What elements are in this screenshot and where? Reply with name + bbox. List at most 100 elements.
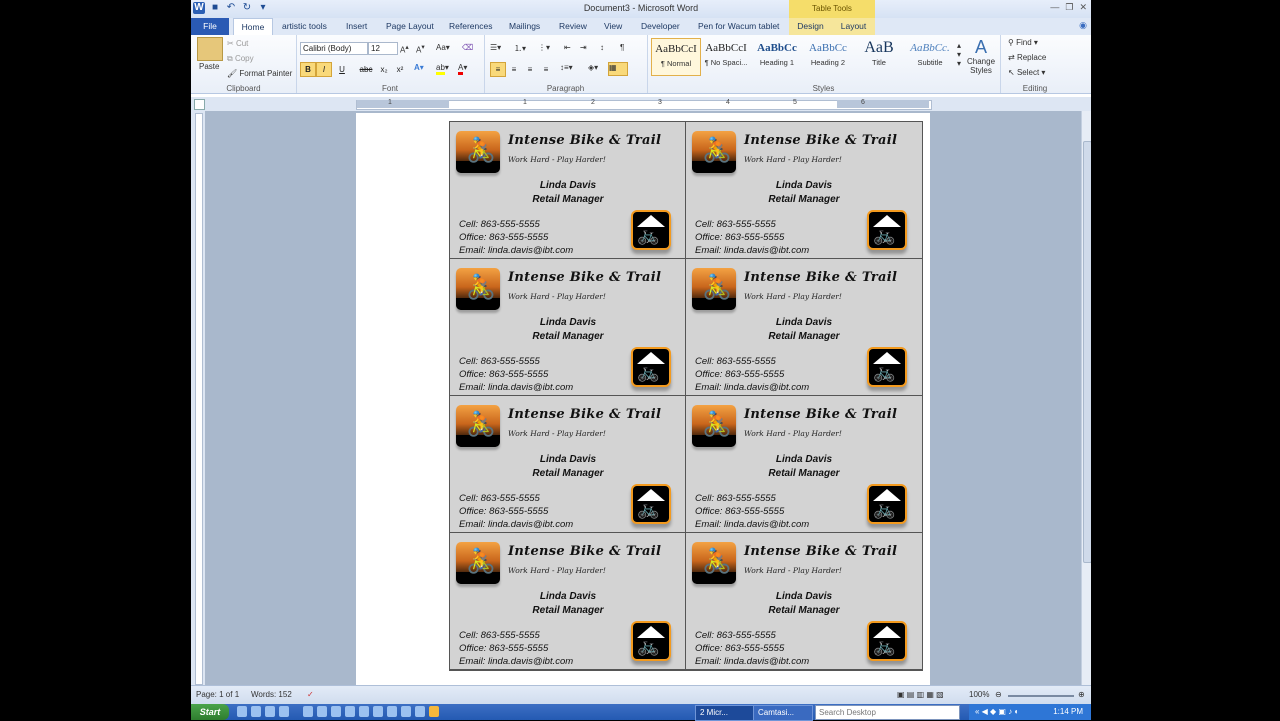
zoom-level[interactable]: 100% (969, 690, 989, 699)
multilevel-list-icon[interactable]: ⋮▾ (538, 43, 550, 52)
style-no-spacing[interactable]: AaBbCcI ¶ No Spaci... (702, 38, 750, 74)
tab-selector-icon[interactable] (194, 99, 205, 110)
bold-button[interactable]: B (300, 62, 316, 77)
font-name-select[interactable]: Calibri (Body) (300, 42, 368, 55)
quicklaunch-app-icon[interactable] (359, 706, 369, 717)
search-desktop-input[interactable]: Search Desktop (815, 705, 960, 720)
shrink-font-icon[interactable]: A▾ (416, 43, 425, 55)
quicklaunch-app-icon[interactable] (303, 706, 313, 717)
zoom-slider[interactable] (1008, 695, 1074, 697)
taskbar-camtasia[interactable]: Camtasi... (753, 705, 813, 721)
replace-button[interactable]: ⇄ Replace (1008, 53, 1046, 62)
line-spacing-icon[interactable]: ↕≡▾ (560, 63, 573, 72)
underline-button[interactable]: U (334, 62, 350, 77)
vertical-ruler[interactable] (191, 111, 205, 689)
align-right-icon[interactable]: ≡ (522, 62, 538, 77)
document-page[interactable]: 🚴 Intense Bike & Trail Work Hard - Play Ha… (356, 113, 930, 687)
sort-icon[interactable]: ↕ (600, 43, 604, 52)
zoom-out-icon[interactable]: ⊖ (995, 690, 1002, 699)
horizontal-ruler[interactable]: 1 1 2 3 4 5 6 (191, 97, 1091, 111)
paste-button[interactable]: Paste (199, 62, 219, 71)
quicklaunch-ie-icon[interactable] (237, 706, 247, 717)
tab-pen-for-wacum-tablet[interactable]: Pen for Wacum tablet (698, 18, 779, 35)
quicklaunch-app-icon[interactable] (387, 706, 397, 717)
align-center-icon[interactable]: ≡ (506, 62, 522, 77)
decrease-indent-icon[interactable]: ⇤ (564, 43, 571, 52)
view-buttons[interactable]: ▣ ▤ ▥ ▦ ▧ (897, 690, 944, 699)
bullets-icon[interactable]: ☰▾ (490, 43, 501, 52)
clock[interactable]: 1:14 PM (1053, 704, 1083, 720)
business-card[interactable]: 🚴 Intense Bike & Trail Work Hard - Play Ha… (686, 259, 922, 396)
vertical-scrollbar[interactable] (1081, 111, 1091, 689)
business-card[interactable]: 🚴 Intense Bike & Trail Work Hard - Play Ha… (686, 396, 922, 533)
tab-insert[interactable]: Insert (346, 18, 367, 35)
style-heading-1[interactable]: AaBbCc Heading 1 (753, 38, 801, 74)
copy-button[interactable]: ⧉ Copy (227, 54, 254, 64)
proofing-icon[interactable]: ✓ (307, 690, 314, 699)
close-icon[interactable]: ✕ (1079, 2, 1087, 13)
clear-formatting-icon[interactable]: ⌫ (462, 43, 473, 52)
quicklaunch-folder-icon[interactable] (279, 706, 289, 717)
tab-artistic-tools[interactable]: artistic tools (282, 18, 327, 35)
style-title[interactable]: AaB Title (855, 38, 903, 74)
zoom-in-icon[interactable]: ⊕ (1078, 690, 1085, 699)
tab-review[interactable]: Review (559, 18, 587, 35)
styles-more-icon[interactable]: ▴ ▾ ▾ (957, 41, 961, 68)
increase-indent-icon[interactable]: ⇥ (580, 43, 587, 52)
quicklaunch-app-icon[interactable] (401, 706, 411, 717)
tab-home[interactable]: Home (233, 18, 273, 36)
style-heading-2[interactable]: AaBbCc Heading 2 (804, 38, 852, 74)
minimize-icon[interactable]: — (1050, 2, 1059, 13)
numbering-icon[interactable]: ⒈▾ (514, 43, 526, 54)
quicklaunch-app-icon[interactable] (373, 706, 383, 717)
tab-design[interactable]: Design (789, 18, 832, 35)
quicklaunch-app-icon[interactable] (317, 706, 327, 717)
quicklaunch-excel-icon[interactable] (265, 706, 275, 717)
shading-icon[interactable]: ◈▾ (588, 63, 598, 72)
font-size-select[interactable]: 12 (368, 42, 398, 55)
text-effects-icon[interactable]: A▾ (414, 63, 424, 72)
start-button[interactable]: Start (191, 704, 229, 720)
quicklaunch-app-icon[interactable] (345, 706, 355, 717)
tab-file[interactable]: File (191, 18, 229, 35)
italic-button[interactable]: I (316, 62, 332, 77)
tab-view[interactable]: View (604, 18, 622, 35)
show-formatting-icon[interactable]: ¶ (620, 43, 624, 52)
business-card[interactable]: 🚴 Intense Bike & Trail Work Hard - Play Ha… (686, 122, 922, 259)
grow-font-icon[interactable]: A▴ (400, 43, 409, 55)
business-card[interactable]: 🚴 Intense Bike & Trail Work Hard - Play Ha… (450, 122, 686, 259)
cut-button[interactable]: ✂ Cut (227, 39, 248, 48)
restore-icon[interactable]: ❐ (1065, 2, 1073, 13)
select-button[interactable]: ↖ Select ▾ (1008, 68, 1045, 77)
business-card[interactable]: 🚴 Intense Bike & Trail Work Hard - Play Ha… (450, 396, 686, 533)
word-count[interactable]: Words: 152 (251, 690, 292, 699)
find-button[interactable]: ⚲ Find ▾ (1008, 38, 1038, 47)
business-card[interactable]: 🚴 Intense Bike & Trail Work Hard - Play Ha… (450, 533, 686, 670)
tab-layout[interactable]: Layout (832, 18, 875, 35)
tab-references[interactable]: References (449, 18, 492, 35)
tab-developer[interactable]: Developer (641, 18, 680, 35)
quicklaunch-app-icon[interactable] (331, 706, 341, 717)
quicklaunch-app-icon[interactable] (429, 706, 439, 717)
borders-icon[interactable]: ▦ (608, 62, 628, 76)
paste-icon[interactable] (197, 37, 223, 61)
help-icon[interactable]: ◉ (1079, 20, 1087, 31)
quicklaunch-word-icon[interactable] (251, 706, 261, 717)
highlight-icon[interactable]: ab▾ (436, 63, 449, 75)
subscript-button[interactable]: x₂ (376, 62, 392, 77)
business-card[interactable]: 🚴 Intense Bike & Trail Work Hard - Play Ha… (450, 259, 686, 396)
document-area[interactable]: 🚴 Intense Bike & Trail Work Hard - Play Ha… (205, 111, 1081, 689)
quicklaunch-app-icon[interactable] (415, 706, 425, 717)
font-color-icon[interactable]: A▾ (458, 63, 467, 75)
scrollbar-thumb[interactable] (1083, 141, 1091, 563)
style-normal[interactable]: AaBbCcI ¶ Normal (651, 38, 701, 76)
tab-mailings[interactable]: Mailings (509, 18, 540, 35)
taskbar-word[interactable]: 2 Micr... (695, 705, 755, 721)
format-painter-button[interactable]: 🖌 Format Painter (227, 69, 292, 78)
justify-icon[interactable]: ≡ (538, 62, 554, 77)
superscript-button[interactable]: x² (392, 62, 408, 77)
change-case-icon[interactable]: Aa▾ (436, 43, 450, 52)
tray-icons[interactable]: « ◀ ◆ ▣ ♪ ◐ (975, 704, 1019, 720)
change-styles-button[interactable]: A Change Styles (967, 37, 995, 75)
tab-page-layout[interactable]: Page Layout (386, 18, 434, 35)
